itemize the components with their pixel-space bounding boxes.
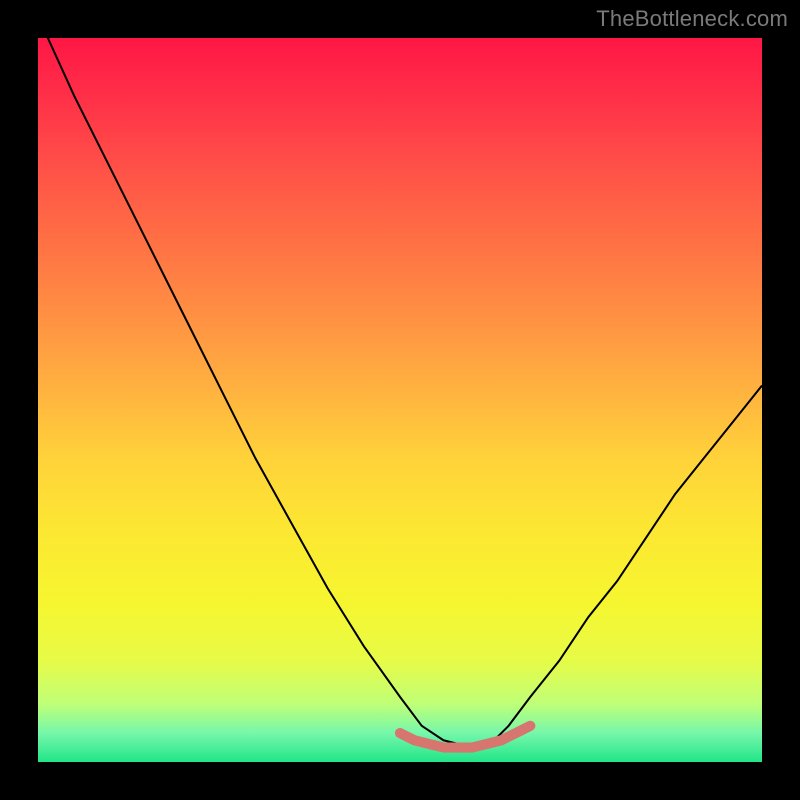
highlight-dot xyxy=(497,736,506,745)
highlight-dot xyxy=(410,736,419,745)
highlight-dot xyxy=(482,739,491,748)
highlight-dot xyxy=(526,721,535,730)
highlight-dot xyxy=(453,743,462,752)
highlight-dot xyxy=(424,739,433,748)
highlight-dot xyxy=(511,728,520,737)
highlight-dot xyxy=(395,728,404,737)
chart-frame: TheBottleneck.com xyxy=(0,0,800,800)
watermark-text: TheBottleneck.com xyxy=(596,6,788,32)
highlight-dot xyxy=(468,743,477,752)
plot-area xyxy=(38,38,762,762)
chart-svg xyxy=(38,38,762,762)
highlight-band-line xyxy=(400,726,530,748)
highlight-dot xyxy=(439,743,448,752)
main-curve-line xyxy=(38,38,762,748)
